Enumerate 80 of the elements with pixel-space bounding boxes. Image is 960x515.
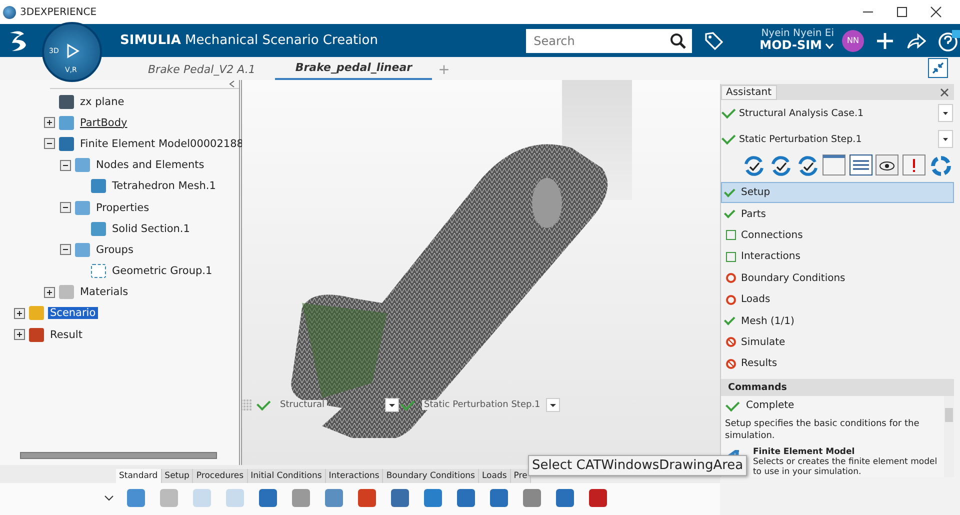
status-label: Complete	[746, 400, 794, 412]
warning-window-icon[interactable]	[902, 154, 926, 176]
toolbar-tab[interactable]: Interactions	[326, 469, 384, 483]
workflow-step[interactable]: Setup	[721, 182, 954, 204]
app-logo-icon	[3, 6, 16, 18]
eye-icon[interactable]	[875, 154, 900, 176]
expand-toggle[interactable]	[44, 286, 55, 298]
list-window-icon[interactable]	[848, 154, 873, 176]
tree-item[interactable]: Nodes and Elements	[94, 159, 206, 172]
expand-toggle[interactable]	[14, 329, 25, 340]
tree-item[interactable]: Groups	[94, 244, 136, 256]
workflow-step[interactable]: Interactions	[721, 246, 954, 268]
user-name: Nyein Nyein Ei	[761, 28, 834, 40]
analysis-case-label: Structural	[278, 400, 327, 410]
refresh-icon[interactable]	[742, 154, 766, 178]
search-icon[interactable]	[670, 32, 686, 48]
dropdown-button[interactable]	[938, 130, 953, 148]
expand-toggle[interactable]	[14, 308, 25, 319]
tree-item[interactable]: Materials	[78, 286, 130, 298]
role-selector[interactable]: MOD-SIM	[760, 39, 822, 53]
expand-toggle[interactable]	[60, 244, 71, 256]
maximize-icon[interactable]	[896, 6, 908, 18]
dropdown-button[interactable]	[384, 398, 399, 412]
dropdown-button[interactable]	[546, 398, 560, 412]
help-icon[interactable]	[938, 30, 960, 52]
tree-item[interactable]: Finite Element Model00002188	[78, 138, 246, 150]
plus-icon[interactable]	[876, 32, 894, 50]
expand-toggle[interactable]	[44, 138, 55, 150]
share-icon[interactable]	[906, 32, 926, 50]
workflow-step[interactable]: Loads	[721, 288, 954, 310]
expand-toggle[interactable]	[44, 117, 55, 128]
tree-item[interactable]: Result	[48, 328, 84, 341]
workflow-step[interactable]: Results	[721, 353, 954, 375]
chevron-down-icon[interactable]	[104, 494, 114, 502]
toolbar-tab[interactable]: Setup	[162, 469, 194, 483]
dropdown-button[interactable]	[938, 104, 953, 122]
assistant-tab[interactable]: Assistant	[721, 84, 777, 100]
workflow-step[interactable]: Mesh (1/1)	[721, 310, 954, 332]
tooltip: Select CATWindowsDrawingArea	[528, 455, 748, 476]
tree-item[interactable]: Scenario	[48, 307, 98, 320]
document-tab[interactable]: Brake Pedal_V2 A.1	[128, 63, 276, 80]
tree-item[interactable]: PartBody	[78, 116, 130, 129]
tree-item[interactable]: Properties	[94, 202, 152, 214]
analysis-case-label: Structural Analysis Case.1	[739, 108, 865, 118]
expand-toggle[interactable]	[60, 202, 71, 214]
step-label: Static Perturbation Step.1	[739, 134, 863, 144]
description-text: Setup specifies the basic conditions for the simulation.	[725, 418, 920, 443]
workflow-step[interactable]: Boundary Conditions	[721, 268, 954, 289]
tree-item[interactable]: zx plane	[78, 96, 126, 108]
command-title: Finite Element Model	[752, 446, 856, 457]
window-title: 3DEXPERIENCE	[20, 6, 97, 18]
collapse-icon[interactable]	[928, 58, 948, 78]
step-label: Static Perturbation Step.1	[422, 400, 542, 410]
commands-header: Commands	[721, 378, 954, 396]
command-description: Selects or creates the finite element model to use in your simulation.	[752, 456, 938, 477]
refresh-icon[interactable]	[796, 154, 820, 178]
grip-icon	[242, 399, 252, 411]
collapse-panel-icon[interactable]	[229, 80, 235, 88]
user-avatar[interactable]: NN	[842, 30, 864, 52]
toolbar-tab[interactable]: Standard	[116, 469, 162, 483]
toolbar-tab[interactable]: Initial Conditions	[248, 469, 326, 483]
dots-window-icon[interactable]	[822, 154, 846, 176]
vertical-scrollbar[interactable]	[944, 396, 954, 477]
horizontal-scrollbar[interactable]	[20, 452, 217, 459]
workflow-step[interactable]: Simulate	[721, 332, 954, 354]
tree-item[interactable]: Tetrahedron Mesh.1	[110, 180, 218, 192]
tree-item[interactable]: Solid Section.1	[110, 222, 192, 235]
workflow-step[interactable]: Parts	[721, 203, 954, 225]
expand-toggle[interactable]	[60, 160, 71, 171]
toolbar-tab[interactable]: Loads	[478, 469, 511, 483]
close-icon[interactable]	[940, 88, 949, 96]
refresh-icon[interactable]	[768, 154, 793, 178]
tag-icon[interactable]	[704, 30, 724, 50]
tree-item[interactable]: Geometric Group.1	[110, 265, 214, 278]
workflow-step[interactable]: Connections	[721, 224, 954, 246]
search-field[interactable]: Search	[526, 28, 692, 52]
toolbar-tab[interactable]: Procedures	[193, 469, 248, 483]
app-title: SIMULIA Mechanical Scenario Creation	[120, 33, 378, 48]
close-icon[interactable]	[930, 6, 942, 18]
toolbar-tab[interactable]: Boundary Conditions	[383, 469, 479, 483]
